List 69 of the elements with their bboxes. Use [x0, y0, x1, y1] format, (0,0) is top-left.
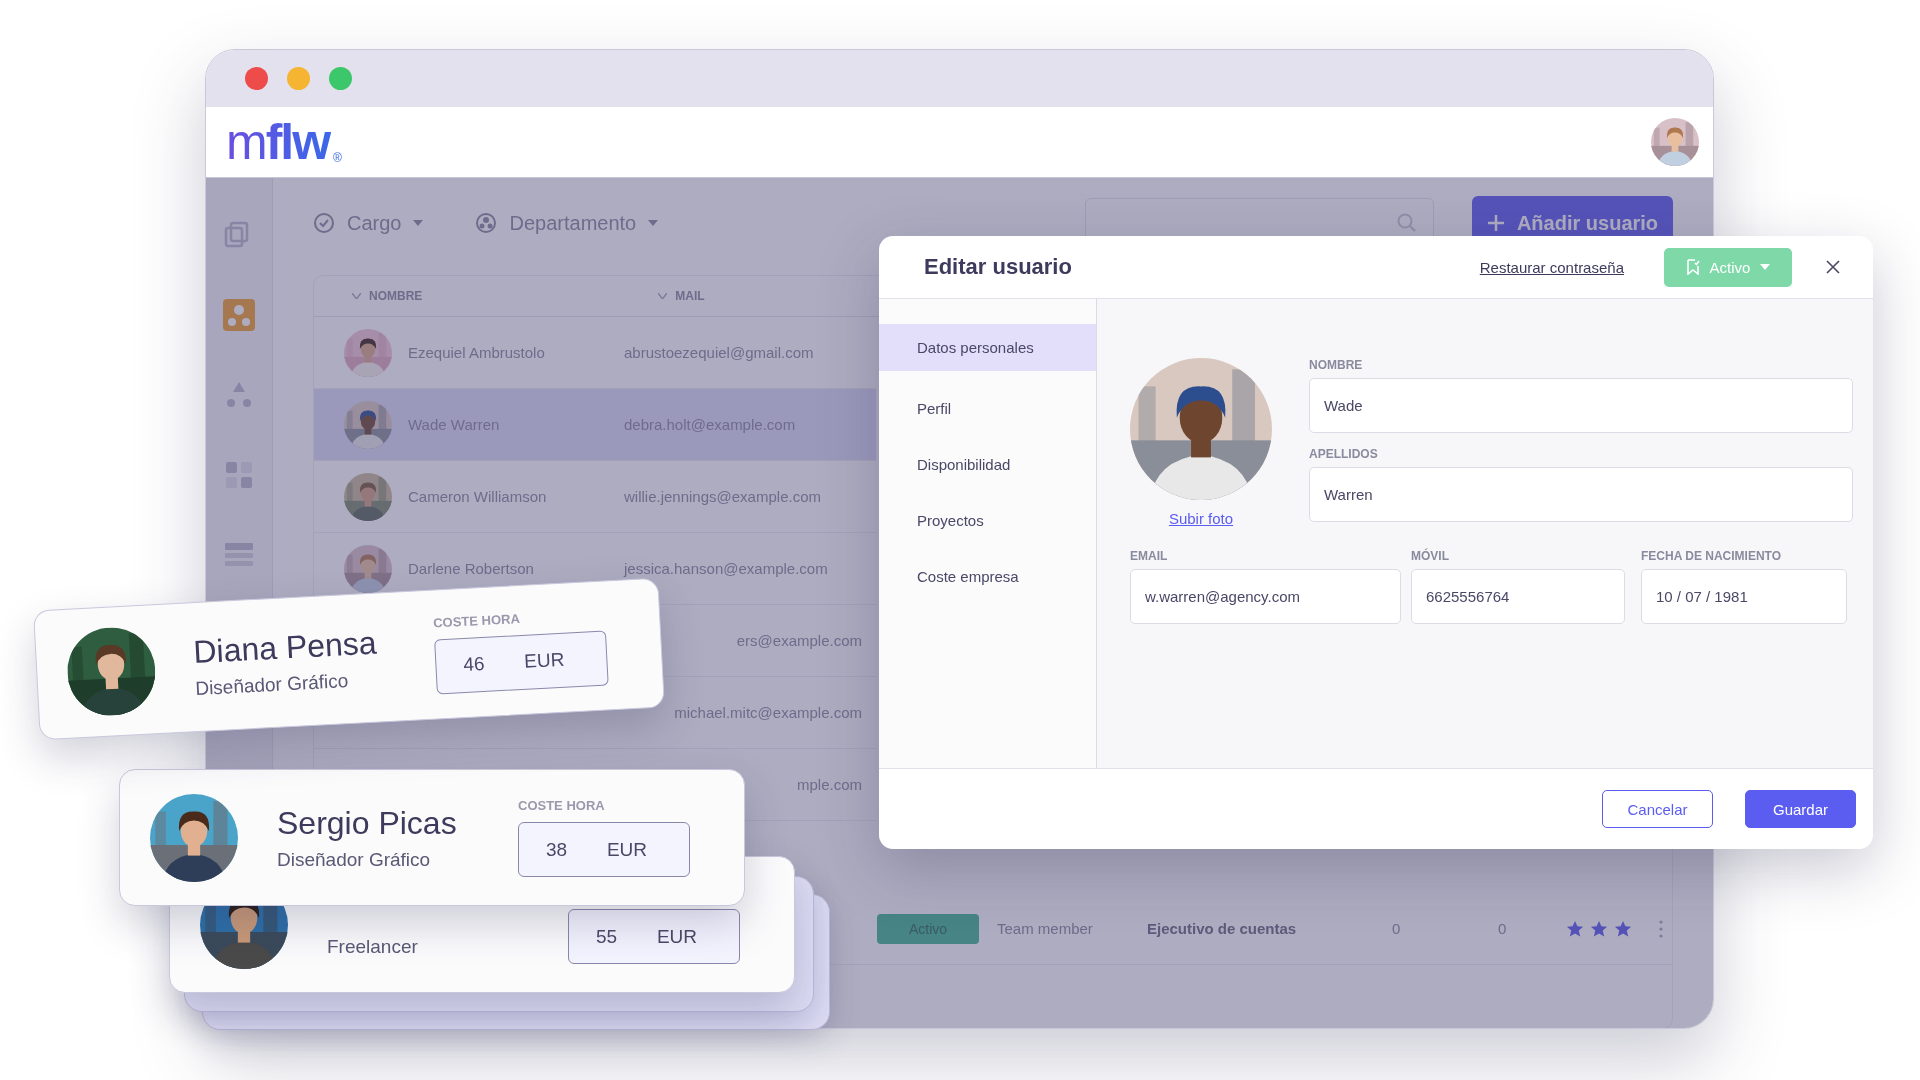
- table-cell-text: mple.com: [795, 776, 862, 793]
- window-control-icon[interactable]: [245, 67, 268, 90]
- more-icon[interactable]: [1659, 919, 1663, 938]
- field-label: COSTE HORA: [518, 798, 606, 814]
- cost-field[interactable]: 46 EUR: [434, 630, 609, 694]
- table-cell-text: Team member: [997, 920, 1094, 937]
- field-label: APELLIDOS: [1309, 447, 1379, 461]
- table-cell-text: Ejecutivo de cuentas: [1147, 920, 1298, 937]
- close-icon: [1826, 260, 1840, 274]
- window-control-icon[interactable]: [287, 67, 310, 90]
- search-icon: [1397, 213, 1417, 233]
- table-cell: abrustoezequiel@gmail.com: [624, 344, 814, 361]
- grid-icon[interactable]: [223, 459, 255, 491]
- input-field[interactable]: 6625556764: [1411, 569, 1625, 624]
- caret-icon: [413, 220, 424, 226]
- field-label: EMAIL: [1130, 549, 1169, 563]
- currency-label: EUR: [523, 648, 565, 673]
- table-cell-text: 0: [1498, 920, 1508, 937]
- field-label: NOMBRE: [1309, 358, 1364, 372]
- table-cell-text: Cameron Williamson: [408, 488, 548, 505]
- cancel-button[interactable]: Cancelar: [1602, 790, 1713, 828]
- cost-value: 46: [462, 652, 486, 676]
- close-button[interactable]: [1826, 260, 1840, 274]
- nav-item[interactable]: Proyectos: [879, 492, 1096, 548]
- input-field[interactable]: w.warren@agency.com: [1130, 569, 1401, 624]
- caret-icon: [1760, 264, 1771, 270]
- sort-icon: [658, 293, 668, 299]
- star-icon: [1566, 919, 1584, 938]
- input-field[interactable]: 10 / 07 / 1981: [1641, 569, 1847, 624]
- star-icon: [1590, 919, 1608, 938]
- sort-icon: [352, 293, 361, 299]
- cost-field[interactable]: 55 EUR: [568, 909, 740, 964]
- table-cell: jessica.hanson@example.com: [624, 560, 828, 577]
- currency-label: EUR: [656, 925, 697, 948]
- registered-mark: ®: [333, 151, 342, 165]
- cost-value: 38: [546, 838, 568, 861]
- bookmark-icon: [1685, 259, 1700, 275]
- nav-item[interactable]: Perfil: [879, 380, 1096, 436]
- table-cell-text: Ezequiel Ambrustolo: [408, 344, 546, 361]
- nav-item[interactable]: Disponibilidad: [879, 436, 1096, 492]
- input-field[interactable]: Warren: [1309, 467, 1853, 522]
- field-label: COSTE HORA: [432, 609, 522, 632]
- table-cell: willie.jennings@example.com: [624, 488, 821, 505]
- upload-photo-link[interactable]: Subir foto: [1168, 510, 1234, 527]
- modal-title: Editar usuario: [924, 254, 1072, 280]
- cost-field[interactable]: 38 EUR: [518, 822, 690, 877]
- cost-value: 55: [596, 925, 618, 948]
- field-label: MÓVIL: [1411, 549, 1450, 563]
- users-icon[interactable]: [223, 299, 255, 331]
- field-label: FECHA DE NACIMIENTO: [1641, 549, 1782, 563]
- star-icon: [1614, 919, 1632, 938]
- input-field[interactable]: Wade: [1309, 378, 1853, 433]
- job-title: Freelancer: [327, 935, 419, 958]
- job-title: Diseñador Gráfico: [277, 848, 432, 871]
- globe-icon: [475, 212, 498, 234]
- table-cell-text: michael.mitc@example.com: [673, 704, 862, 721]
- reset-password-link[interactable]: Restaurar contraseña: [1479, 258, 1624, 276]
- table-cell-text: ers@example.com: [735, 632, 862, 649]
- check-circle-icon: [313, 212, 335, 234]
- window-control-icon[interactable]: [329, 67, 352, 90]
- save-button[interactable]: Guardar: [1745, 790, 1856, 828]
- nav-item[interactable]: Datos personales: [879, 324, 1096, 371]
- person-name: Sergio Picas: [277, 804, 458, 843]
- plus-icon: [1486, 214, 1505, 232]
- currency-label: EUR: [606, 838, 647, 861]
- nav-item[interactable]: Coste empresa: [879, 548, 1096, 604]
- table-cell-text: 0: [1392, 920, 1402, 937]
- caret-icon: [648, 220, 659, 226]
- table-cell-text: Darlene Robertson: [408, 560, 535, 577]
